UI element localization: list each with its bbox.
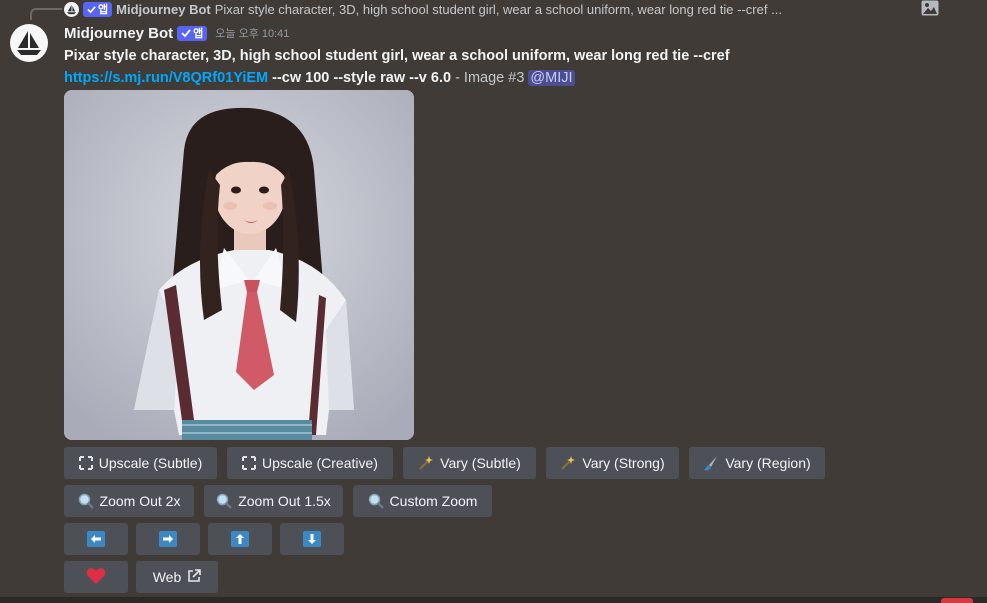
image-suffix: - Image #3 bbox=[451, 70, 529, 86]
app-badge: 앱 bbox=[83, 1, 113, 17]
zoom-out-2x-label: Zoom Out 2x bbox=[99, 493, 181, 509]
app-badge: 앱 bbox=[177, 25, 208, 41]
author-name[interactable]: Midjourney Bot bbox=[64, 25, 173, 42]
prompt-text: Pixar style character, 3D, high school s… bbox=[64, 48, 730, 64]
vary-strong-button[interactable]: Vary (Strong) bbox=[546, 447, 679, 479]
generated-image[interactable] bbox=[64, 90, 414, 440]
web-link-button[interactable]: Web bbox=[136, 561, 218, 593]
image-icon bbox=[921, 0, 939, 16]
vary-strong-label: Vary (Strong) bbox=[582, 455, 665, 471]
custom-zoom-button[interactable]: Custom Zoom bbox=[353, 485, 492, 517]
upscale-subtle-label: Upscale (Subtle) bbox=[98, 455, 203, 471]
vary-subtle-label: Vary (Subtle) bbox=[440, 455, 521, 471]
action-row-zoom: Zoom Out 2x Zoom Out 1.5x Custom Zoom bbox=[64, 485, 492, 517]
heart-icon bbox=[86, 567, 106, 588]
reply-spine bbox=[30, 8, 62, 20]
message-header: Midjourney Bot 앱 오늘 오후 10:41 bbox=[64, 23, 289, 43]
custom-zoom-label: Custom Zoom bbox=[389, 493, 478, 509]
zoom-out-1-5x-button[interactable]: Zoom Out 1.5x bbox=[204, 485, 343, 517]
app-badge-label: 앱 bbox=[193, 28, 204, 40]
pan-left-button[interactable] bbox=[64, 523, 128, 555]
paintbrush-icon bbox=[703, 455, 719, 471]
reply-preview[interactable]: 앱 Midjourney Bot Pixar style character, … bbox=[64, 0, 924, 18]
reply-author[interactable]: Midjourney Bot bbox=[116, 2, 211, 17]
sailboat-icon bbox=[66, 4, 77, 14]
vary-subtle-button[interactable]: Vary (Subtle) bbox=[403, 447, 536, 479]
vary-region-button[interactable]: Vary (Region) bbox=[689, 447, 825, 479]
notification-badge[interactable] bbox=[941, 598, 973, 603]
arrow-left-icon bbox=[87, 531, 105, 547]
upscale-creative-button[interactable]: Upscale (Creative) bbox=[227, 447, 393, 479]
message-content: Pixar style character, 3D, high school s… bbox=[64, 45, 964, 89]
checkmark-icon bbox=[181, 29, 191, 38]
action-row-upscale-vary: Upscale (Subtle) Upscale (Creative) Vary… bbox=[64, 447, 825, 479]
magic-wand-icon bbox=[560, 455, 576, 471]
pan-up-button[interactable] bbox=[208, 523, 272, 555]
app-badge-label: 앱 bbox=[98, 4, 109, 16]
vary-region-label: Vary (Region) bbox=[725, 455, 811, 471]
user-mention[interactable]: @MIJI bbox=[528, 70, 575, 86]
expand-icon bbox=[78, 455, 93, 471]
web-label: Web bbox=[152, 569, 182, 585]
reference-link[interactable]: https://s.mj.run/V8QRf01YiEM bbox=[64, 70, 268, 86]
magnifier-icon bbox=[368, 493, 384, 509]
action-row-extra: Web bbox=[64, 561, 218, 593]
external-link-icon bbox=[187, 568, 202, 586]
zoom-out-2x-button[interactable]: Zoom Out 2x bbox=[64, 485, 194, 517]
magic-wand-icon bbox=[418, 455, 434, 471]
action-row-pan bbox=[64, 523, 344, 555]
avatar[interactable] bbox=[10, 24, 48, 62]
expand-icon bbox=[242, 455, 257, 471]
like-button[interactable] bbox=[64, 561, 128, 593]
character-illustration bbox=[64, 90, 414, 440]
arrow-right-icon bbox=[159, 531, 177, 547]
sailboat-icon bbox=[17, 31, 41, 55]
reply-avatar[interactable] bbox=[64, 1, 79, 17]
arrow-down-icon bbox=[303, 531, 321, 547]
timestamp[interactable]: 오늘 오후 10:41 bbox=[215, 25, 289, 41]
bottom-bar bbox=[0, 597, 987, 603]
prompt-params: --cw 100 --style raw --v 6.0 bbox=[268, 70, 452, 86]
magnifier-icon bbox=[78, 493, 94, 509]
arrow-up-icon bbox=[231, 531, 249, 547]
upscale-creative-label: Upscale (Creative) bbox=[262, 455, 378, 471]
reply-text[interactable]: Pixar style character, 3D, high school s… bbox=[215, 2, 782, 17]
checkmark-icon bbox=[87, 5, 96, 13]
pan-right-button[interactable] bbox=[136, 523, 200, 555]
upscale-subtle-button[interactable]: Upscale (Subtle) bbox=[64, 447, 217, 479]
zoom-out-1-5x-label: Zoom Out 1.5x bbox=[238, 493, 331, 509]
magnifier-icon bbox=[216, 493, 233, 509]
pan-down-button[interactable] bbox=[280, 523, 344, 555]
